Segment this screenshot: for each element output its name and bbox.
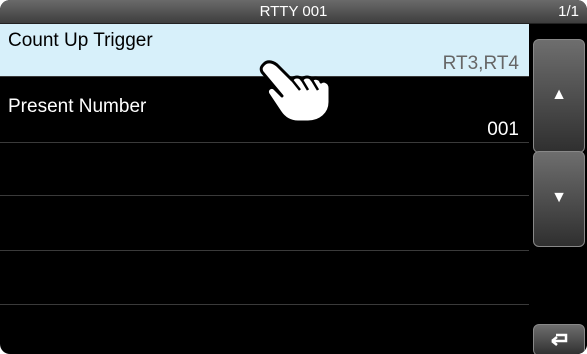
list-item-value: RT3,RT4 [442,53,519,74]
touch-hand-icon [259,60,332,124]
list-item-empty[interactable] [0,252,529,305]
scroll-up-button[interactable]: ▲ [533,39,585,153]
up-triangle-icon: ▲ [551,86,567,103]
scroll-sidebar: ▲ ▼ [530,24,587,354]
down-triangle-icon: ▼ [551,189,567,206]
scroll-down-button[interactable]: ▼ [533,151,585,247]
list-item-value: 001 [487,119,519,140]
page-indicator: 1/1 [558,3,579,20]
list-item-label: Present Number [8,96,147,117]
list-item-label: Count Up Trigger [8,30,153,51]
list-item-empty[interactable] [0,143,529,196]
list-item-empty[interactable] [0,198,529,251]
title-bar: RTTY 001 1/1 [0,0,587,24]
return-arrow-icon [551,333,568,346]
screen-title: RTTY 001 [259,3,328,20]
back-button[interactable] [533,324,585,354]
radio-screen: RTTY 001 1/1 Count Up Trigger RT3,RT4 Pr… [0,0,587,354]
